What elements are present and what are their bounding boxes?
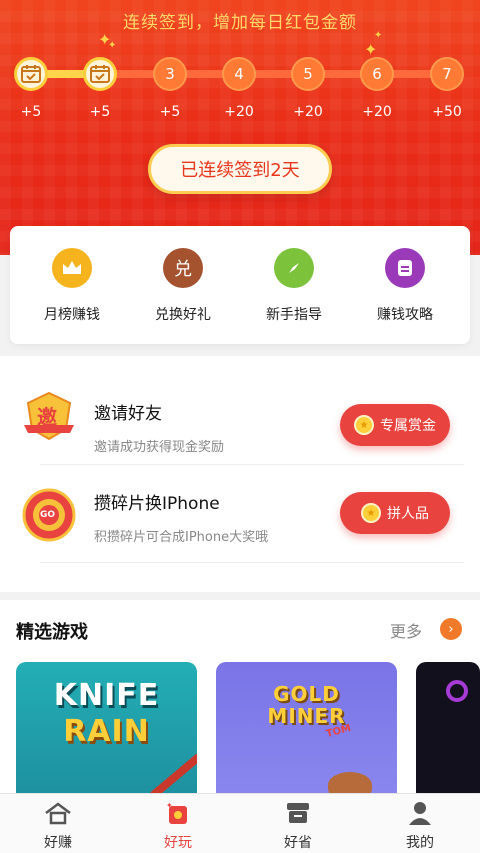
quick-menu: 月榜赚钱 兑 兑换好礼 新手指导 赚钱攻略 [10, 226, 470, 344]
tab-label: 好赚 [44, 835, 72, 851]
divider [40, 562, 464, 563]
checkin-day-2 [83, 57, 117, 91]
section-title: 精选游戏 [16, 622, 88, 643]
consecutive-checkin-button[interactable]: 已连续签到2天 [148, 144, 332, 194]
task-invite-friends: 邀 邀请好友 邀请成功获得现金奖励 ★ 专属赏金 [0, 364, 480, 464]
game-title-line2: RAIN [63, 714, 150, 749]
crown-icon [52, 248, 92, 288]
game-card-partial[interactable] [416, 662, 480, 793]
task-title: 邀请好友 [94, 404, 162, 424]
task-button-label: 专属赏金 [380, 418, 436, 434]
lucky-wheel-icon: GO [22, 488, 76, 542]
task-button-label: 拼人品 [387, 506, 429, 522]
day-reward: +20 [293, 104, 323, 120]
bottom-tab-bar: 好赚 ✦ 好玩 好省 我的 [0, 793, 480, 853]
day-reward: +20 [224, 104, 254, 120]
task-list: 邀 邀请好友 邀请成功获得现金奖励 ★ 专属赏金 GO 攒碎片换IPhone 积… [0, 356, 480, 592]
game-title-line1: KNIFE [53, 678, 160, 713]
day-reward: +20 [362, 104, 392, 120]
sparkle-icon: ✦ [108, 40, 117, 51]
invite-badge-icon: 邀 [22, 389, 76, 443]
day-reward: +5 [89, 104, 111, 120]
try-luck-button[interactable]: ★ 拼人品 [340, 492, 450, 534]
menu-item-exchange-gifts[interactable]: 兑 兑换好礼 [133, 248, 233, 324]
more-link[interactable]: 更多 [390, 618, 422, 642]
knife-icon [150, 753, 197, 793]
svg-text:✦: ✦ [166, 801, 173, 810]
menu-item-money-strategy[interactable]: 赚钱攻略 [355, 248, 455, 324]
chevron-right-icon[interactable]: › [440, 618, 462, 640]
tab-label: 好玩 [164, 835, 192, 851]
day-reward: +5 [159, 104, 181, 120]
compass-icon [274, 248, 314, 288]
document-icon [385, 248, 425, 288]
game-card-gold-miner[interactable]: GOLD MINER TOM [216, 662, 397, 793]
menu-label: 兑换好礼 [155, 307, 211, 323]
task-subtitle: 邀请成功获得现金奖励 [94, 440, 225, 455]
day-reward: +5 [20, 104, 42, 120]
coin-icon: ★ [361, 503, 381, 523]
task-collect-fragments: GO 攒碎片换IPhone 积攒碎片可合成IPhone大奖哦 ★ 拼人品 [0, 464, 480, 564]
tab-save[interactable]: 好省 [248, 800, 348, 852]
neon-ring-icon [446, 680, 468, 702]
miner-hat-icon [328, 772, 372, 793]
red-packet-icon: ✦ [128, 800, 228, 826]
game-title-line2: MINER [267, 704, 346, 728]
task-subtitle: 积攒碎片可合成IPhone大奖哦 [94, 530, 269, 545]
game-card-knife-rain[interactable]: KNIFE RAIN [16, 662, 197, 793]
person-icon [370, 800, 470, 826]
menu-item-beginner-guide[interactable]: 新手指导 [244, 248, 344, 324]
day-reward: +50 [432, 104, 462, 120]
checkin-day-6: 6 [360, 57, 394, 91]
featured-games: 精选游戏 更多 › KNIFE RAIN GOLD MINER TOM [0, 600, 480, 793]
task-title: 攒碎片换IPhone [94, 494, 220, 514]
checkin-day-5: 5 [291, 57, 325, 91]
tab-mine[interactable]: 我的 [370, 800, 470, 852]
checkin-title: 连续签到，增加每日红包金额 [123, 13, 357, 33]
exclusive-bounty-button[interactable]: ★ 专属赏金 [340, 404, 450, 446]
tab-label: 我的 [406, 835, 434, 851]
calendar-check-icon [90, 65, 110, 83]
calendar-check-icon [21, 65, 41, 83]
game-title-line1: GOLD [273, 682, 340, 706]
menu-label: 月榜赚钱 [44, 307, 100, 323]
tab-label: 好省 [284, 835, 312, 851]
coin-icon: ★ [354, 415, 374, 435]
menu-label: 赚钱攻略 [377, 307, 433, 323]
sparkle-icon: ✦ [374, 30, 383, 41]
tab-earn[interactable]: 好赚 [8, 800, 108, 852]
invite-badge-text: 邀 [37, 405, 57, 429]
checkin-day-7: 7 [430, 57, 464, 91]
exchange-icon: 兑 [163, 248, 203, 288]
checkin-day-1 [14, 57, 48, 91]
checkin-header: 连续签到，增加每日红包金额 ✦ ✦ ✦ ✦ 3 4 5 6 7 +5 +5 +5… [0, 0, 480, 255]
menu-label: 新手指导 [266, 307, 322, 323]
lucky-wheel-text: GO [40, 510, 56, 520]
checkin-day-4: 4 [222, 57, 256, 91]
store-icon [248, 800, 348, 826]
menu-item-monthly-ranking[interactable]: 月榜赚钱 [22, 248, 122, 324]
tab-play[interactable]: ✦ 好玩 [128, 800, 228, 852]
header-pattern [0, 0, 480, 255]
checkin-day-3: 3 [153, 57, 187, 91]
house-icon [8, 800, 108, 826]
